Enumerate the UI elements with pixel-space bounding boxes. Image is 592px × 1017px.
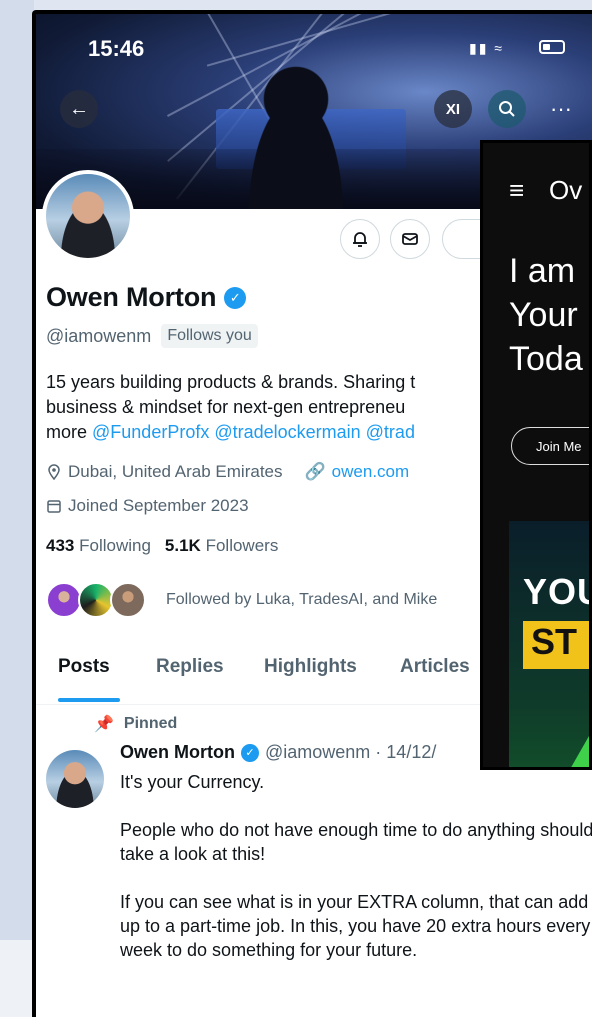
speaker-silhouette xyxy=(236,66,356,209)
post-paragraph: It's your Currency. xyxy=(120,772,265,792)
phone-frame: 15:46 ▮▮ ≈ ← XI ··· Owen Morton ✓ @iamow… xyxy=(32,10,592,1017)
search-icon xyxy=(499,101,515,117)
ad-brand: Ov xyxy=(549,175,583,205)
following-count: 433 xyxy=(46,536,75,555)
name-row: Owen Morton ✓ xyxy=(46,282,247,313)
followers-count: 5.1K xyxy=(164,536,201,555)
post-meta: @iamowenm · 14/12/ xyxy=(265,742,437,762)
post-paragraph: If you can see what is in your EXTRA col… xyxy=(120,892,591,960)
ad-media-text: ST xyxy=(523,621,589,669)
profile-meta: Dubai, United Arab Emirates 🔗 owen.com xyxy=(46,462,409,482)
profile-handle: @iamowenm xyxy=(46,325,152,346)
ad-headline-line: Toda xyxy=(509,340,583,378)
grok-icon: XI xyxy=(445,100,461,118)
following-label: Following xyxy=(79,536,151,555)
message-button[interactable] xyxy=(390,219,430,259)
follows-you-badge: Follows you xyxy=(161,324,258,348)
ad-media: YOU ST xyxy=(509,521,589,767)
ad-media-text: YOU xyxy=(523,571,589,612)
post-author[interactable]: Owen Morton xyxy=(120,742,235,763)
envelope-icon xyxy=(402,233,418,245)
followers-label: Followers xyxy=(205,536,279,555)
post-avatar[interactable] xyxy=(46,750,104,808)
battery-icon xyxy=(539,40,565,54)
bio-mentions-link[interactable]: @FunderProfx @tradelockermain @trad xyxy=(92,422,415,442)
bell-plus-icon xyxy=(353,232,367,247)
profile-avatar[interactable] xyxy=(42,170,134,262)
more-icon: ··· xyxy=(550,96,572,121)
link-icon: 🔗 xyxy=(304,462,326,481)
active-tab-indicator xyxy=(58,698,120,702)
verified-badge-icon: ✓ xyxy=(224,286,247,309)
follower-avatar xyxy=(46,582,82,618)
tab-highlights[interactable]: Highlights xyxy=(264,656,357,678)
more-button[interactable]: ··· xyxy=(542,90,580,128)
notify-button[interactable] xyxy=(340,219,380,259)
arrow-left-icon: ← xyxy=(69,97,89,120)
tab-replies[interactable]: Replies xyxy=(156,656,224,678)
handle-row: @iamowenm Follows you xyxy=(46,324,258,348)
follower-avatar xyxy=(110,582,146,618)
overlay-ad[interactable]: ≡ Ov I am Your Toda Join Me YOU ST xyxy=(480,140,592,770)
grok-button[interactable]: XI xyxy=(434,90,472,128)
profile-screen: 15:46 ▮▮ ≈ ← XI ··· Owen Morton ✓ @iamow… xyxy=(36,14,592,1017)
follower-avatar xyxy=(78,582,114,618)
calendar-icon xyxy=(47,500,61,513)
post-body: It's your Currency. People who do not ha… xyxy=(120,770,592,986)
joined-text: Joined September 2023 xyxy=(68,496,249,515)
location-text: Dubai, United Arab Emirates xyxy=(68,462,283,481)
bio-text: more xyxy=(46,422,93,442)
tab-posts[interactable]: Posts xyxy=(58,656,110,678)
post-paragraph: People who do not have enough time to do… xyxy=(120,820,592,864)
ad-headline-line: Your xyxy=(509,296,578,334)
website-link[interactable]: owen.com xyxy=(332,462,409,482)
hamburger-menu-icon[interactable]: ≡ xyxy=(509,175,524,206)
verified-badge-icon: ✓ xyxy=(241,743,259,762)
ad-headline-line: I am xyxy=(509,252,576,290)
followed-by-row[interactable]: Followed by Luka, TradesAI, and Mike xyxy=(46,582,437,618)
tab-articles[interactable]: Articles xyxy=(400,656,470,678)
followed-by-text: Followed by Luka, TradesAI, and Mike xyxy=(166,591,438,608)
pinned-text: Pinned xyxy=(123,715,178,732)
pinned-label: 📌 Pinned xyxy=(94,714,177,734)
following-link[interactable]: 433 Following xyxy=(46,536,151,556)
ad-join-button[interactable]: Join Me xyxy=(511,427,589,465)
ad-headline: I am Your Toda xyxy=(509,249,583,381)
display-name: Owen Morton xyxy=(46,282,217,312)
followers-link[interactable]: 5.1K Followers xyxy=(165,536,278,556)
signal-wifi-icon: ▮▮ ≈ xyxy=(469,40,504,56)
arrow-up-icon xyxy=(569,701,589,767)
search-button[interactable] xyxy=(488,90,526,128)
post-header: Owen Morton ✓ @iamowenm · 14/12/ xyxy=(120,742,436,763)
status-bar: 15:46 ▮▮ ≈ xyxy=(36,14,592,74)
joined-row: Joined September 2023 xyxy=(46,496,249,516)
back-button[interactable]: ← xyxy=(60,90,98,128)
background-left xyxy=(0,0,34,940)
location-pin-icon xyxy=(48,464,60,480)
pin-icon: 📌 xyxy=(94,716,114,733)
follow-counts: 433 Following 5.1K Followers xyxy=(46,536,278,556)
status-time: 15:46 xyxy=(88,36,145,61)
